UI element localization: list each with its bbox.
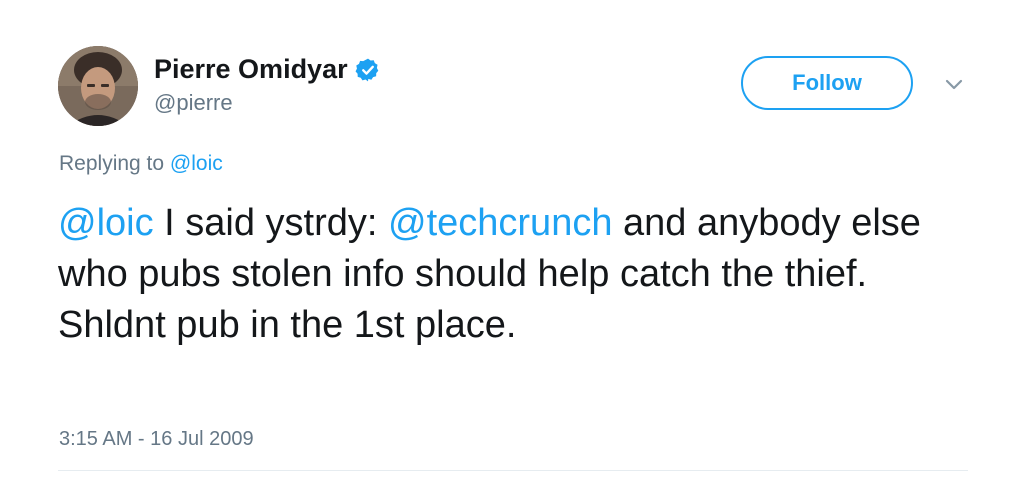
tweet-card: Pierre Omidyar @pierre Follow Replying t…	[0, 0, 1024, 478]
tweet-text: @loic I said ystrdy: @techcrunch and any…	[58, 198, 958, 351]
divider	[58, 470, 968, 471]
replying-to-label: Replying to	[59, 152, 170, 175]
author-name[interactable]: Pierre Omidyar	[154, 54, 348, 85]
mention-link[interactable]: @techcrunch	[388, 202, 612, 244]
chevron-down-icon[interactable]	[940, 74, 968, 94]
follow-button[interactable]: Follow	[741, 56, 913, 110]
avatar-photo	[58, 46, 138, 126]
author-handle[interactable]: @pierre	[154, 90, 233, 116]
author-avatar[interactable]	[58, 46, 138, 126]
mention-link[interactable]: @loic	[58, 202, 154, 244]
author-name-row: Pierre Omidyar	[154, 54, 381, 85]
verified-badge-icon	[355, 58, 378, 81]
reply-mention-link[interactable]: @loic	[170, 152, 223, 175]
tweet-timestamp[interactable]: 3:15 AM - 16 Jul 2009	[59, 428, 254, 451]
tweet-text-segment: I said ystrdy:	[153, 202, 388, 244]
replying-to-line: Replying to @loic	[59, 152, 223, 176]
